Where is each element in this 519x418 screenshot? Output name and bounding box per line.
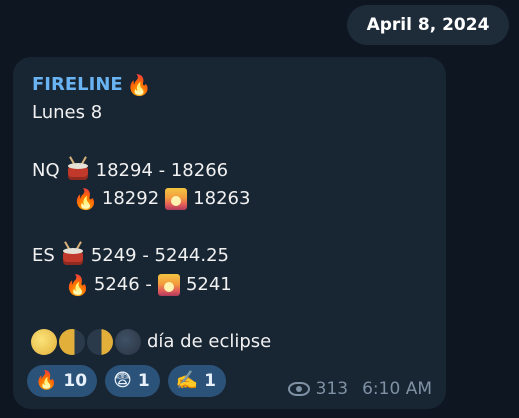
view-count: 313 <box>315 379 349 399</box>
message-time: 6:10 AM <box>362 379 432 399</box>
fire-icon: 🔥 <box>35 370 58 391</box>
eye-icon <box>287 382 310 396</box>
reactions-bar: 🔥 10 😨 1 ✍️ 1 <box>27 365 226 397</box>
nq-level-fire: 18292 <box>101 188 160 209</box>
waning-moon-icon <box>59 329 85 355</box>
es-range-line: ES 5249 - 5244.25 <box>32 241 229 268</box>
es-range: 5249 - 5244.25 <box>90 245 229 266</box>
nq-range: 18294 - 18266 <box>95 160 229 181</box>
writing-hand-icon: ✍️ <box>175 370 199 391</box>
sender-name[interactable]: FIRELINE <box>32 73 123 97</box>
last-quarter-moon-icon <box>87 329 113 355</box>
sunrise-icon <box>165 188 188 210</box>
fire-icon: 🔥 <box>126 73 152 97</box>
message-bubble[interactable]: FIRELINE 🔥 Lunes 8 NQ 18294 - 18266 🔥 18… <box>13 57 446 409</box>
nq-levels-line: 🔥 18292 18263 <box>69 187 250 211</box>
fire-icon: 🔥 <box>65 273 90 297</box>
drum-icon <box>61 241 85 267</box>
nq-level-sunrise: 18263 <box>193 188 251 209</box>
day-text: Lunes 8 <box>32 102 103 123</box>
fearful-face-icon: 😨 <box>113 370 132 391</box>
new-moon-icon <box>115 329 141 355</box>
sunrise-icon <box>157 274 180 296</box>
reaction-count: 1 <box>204 371 216 391</box>
es-levels-line: 🔥 5246 - 5241 <box>61 273 232 297</box>
moon-phases-icon <box>31 329 141 355</box>
date-separator: April 8, 2024 <box>347 5 509 45</box>
eclipse-line: día de eclipse <box>31 329 271 355</box>
nq-label: NQ <box>32 160 60 181</box>
es-label: ES <box>32 245 55 266</box>
day-line: Lunes 8 <box>32 101 102 125</box>
reaction-writing-hand-button[interactable]: ✍️ 1 <box>167 365 226 397</box>
nq-range-line: NQ 18294 - 18266 <box>32 156 229 183</box>
message-meta: 313 6:10 AM <box>287 379 432 399</box>
reaction-count: 1 <box>137 371 150 391</box>
reaction-fire-button[interactable]: 🔥 10 <box>27 365 98 397</box>
es-level-fire: 5246 - <box>93 274 152 295</box>
reaction-fearful-button[interactable]: 😨 1 <box>105 365 160 397</box>
date-label: April 8, 2024 <box>366 15 490 35</box>
es-level-sunrise: 5241 <box>185 274 232 295</box>
eclipse-text: día de eclipse <box>147 331 272 352</box>
drum-icon <box>66 156 90 182</box>
full-moon-icon <box>31 329 57 355</box>
sender-line: FIRELINE 🔥 <box>32 73 156 97</box>
reaction-count: 10 <box>63 371 88 391</box>
fire-icon: 🔥 <box>73 187 98 211</box>
